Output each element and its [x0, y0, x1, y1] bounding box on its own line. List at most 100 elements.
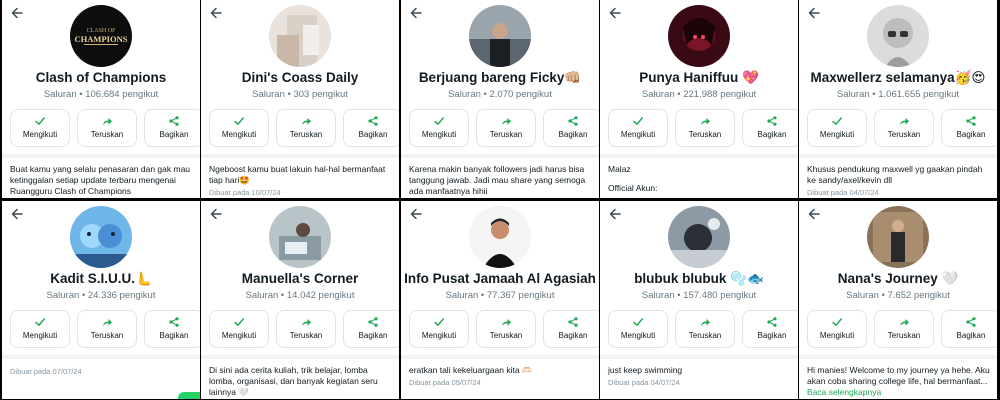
- share-button[interactable]: Bagikan: [941, 310, 997, 348]
- share-icon: [145, 316, 200, 328]
- forward-button[interactable]: Teruskan: [276, 109, 336, 147]
- back-arrow-icon[interactable]: [209, 6, 223, 20]
- fab-edge[interactable]: [178, 392, 200, 399]
- share-icon: [743, 316, 798, 328]
- forward-button[interactable]: Teruskan: [675, 109, 735, 147]
- channel-avatar[interactable]: [867, 206, 929, 268]
- back-arrow-icon[interactable]: [608, 6, 622, 20]
- channel-actions: Mengikuti Teruskan Bagikan: [209, 109, 399, 147]
- share-button[interactable]: Bagikan: [144, 310, 200, 348]
- channel-title: Nana's Journey 🤍: [837, 271, 959, 286]
- forward-button[interactable]: Teruskan: [675, 310, 735, 348]
- share-label: Bagikan: [558, 130, 588, 139]
- forward-button[interactable]: Teruskan: [874, 109, 934, 147]
- channel-title: Punya Haniffuu 💖: [639, 70, 759, 85]
- back-arrow-icon[interactable]: [10, 207, 24, 221]
- channel-description-block: Khusus pendukung maxwell yg gaakan pinda…: [807, 164, 991, 198]
- channel-avatar[interactable]: [668, 206, 730, 268]
- channel-description-block: Hi manies! Welcome to my journey ya hehe…: [807, 365, 991, 398]
- created-date: Dibuat pada 04/07/24: [807, 188, 879, 197]
- channel-description-block: Malaz Official Akun:: [608, 164, 792, 194]
- divider: [799, 154, 997, 158]
- forward-icon: [477, 316, 535, 328]
- share-button[interactable]: Bagikan: [144, 109, 200, 147]
- channel-title: Berjuang bareng Ficky👊🏼: [418, 70, 582, 85]
- share-label: Bagikan: [558, 331, 588, 340]
- created-date: Dibuat pada 07/07/24: [10, 367, 82, 376]
- share-button[interactable]: Bagikan: [343, 109, 399, 147]
- divider: [401, 355, 599, 359]
- channel-actions: Mengikuti Teruskan Bagikan: [10, 109, 200, 147]
- share-icon: [344, 115, 399, 127]
- channel-actions: Mengikuti Teruskan Bagikan: [608, 109, 798, 147]
- created-date: Dibuat pada 05/07/24: [409, 378, 481, 387]
- follow-button[interactable]: Mengikuti: [807, 310, 867, 348]
- forward-label: Teruskan: [289, 130, 323, 139]
- share-icon: [145, 115, 200, 127]
- share-button[interactable]: Bagikan: [742, 310, 798, 348]
- share-label: Bagikan: [358, 130, 388, 139]
- follow-button[interactable]: Mengikuti: [807, 109, 867, 147]
- follow-button[interactable]: Mengikuti: [209, 310, 269, 348]
- channel-avatar[interactable]: CLASH OF CHAMPIONS: [70, 5, 132, 67]
- share-icon: [942, 316, 997, 328]
- channel-actions: Mengikuti Teruskan Bagikan: [209, 310, 399, 348]
- back-arrow-icon[interactable]: [807, 207, 821, 221]
- channel-follower-count: Saluran • 106.684 pengikut: [43, 89, 159, 100]
- divider: [2, 154, 200, 158]
- channel-description-block: Buat kamu yang selalu penasaran dan gak …: [10, 164, 194, 197]
- share-icon: [942, 115, 997, 127]
- forward-button[interactable]: Teruskan: [874, 310, 934, 348]
- channel-avatar[interactable]: [70, 206, 132, 268]
- channel-avatar[interactable]: [867, 5, 929, 67]
- channel-avatar[interactable]: [469, 5, 531, 67]
- follow-button[interactable]: Mengikuti: [409, 310, 469, 348]
- follow-button[interactable]: Mengikuti: [409, 109, 469, 147]
- channel-panel: Dini's Coass Daily Saluran • 303 pengiku…: [201, 0, 399, 198]
- channel-description: just keep swimming: [608, 365, 683, 375]
- channel-avatar[interactable]: [269, 206, 331, 268]
- follow-label: Mengikuti: [819, 130, 855, 139]
- channel-description-block: Di sini ada cerita kuliah, trik belajar,…: [209, 365, 393, 398]
- back-arrow-icon[interactable]: [10, 6, 24, 20]
- channel-panel: Maxwellerz selamanya🥳😍 Saluran • 1.061.6…: [799, 0, 997, 198]
- channel-avatar[interactable]: [469, 206, 531, 268]
- back-arrow-icon[interactable]: [209, 207, 223, 221]
- share-button[interactable]: Bagikan: [343, 310, 399, 348]
- share-label: Bagikan: [358, 331, 388, 340]
- follow-button[interactable]: Mengikuti: [209, 109, 269, 147]
- check-icon: [609, 316, 667, 328]
- check-icon: [210, 115, 268, 127]
- forward-button[interactable]: Teruskan: [77, 109, 137, 147]
- channel-follower-count: Saluran • 7.652 pengikut: [846, 290, 950, 301]
- back-arrow-icon[interactable]: [608, 207, 622, 221]
- channel-avatar[interactable]: [668, 5, 730, 67]
- share-button[interactable]: Bagikan: [941, 109, 997, 147]
- follow-button[interactable]: Mengikuti: [608, 109, 668, 147]
- share-button[interactable]: Bagikan: [543, 109, 599, 147]
- share-button[interactable]: Bagikan: [742, 109, 798, 147]
- back-arrow-icon[interactable]: [409, 207, 423, 221]
- follow-label: Mengikuti: [22, 331, 58, 340]
- follow-button[interactable]: Mengikuti: [10, 109, 70, 147]
- share-label: Bagikan: [159, 130, 189, 139]
- channel-avatar[interactable]: [269, 5, 331, 67]
- divider: [201, 154, 399, 158]
- follow-button[interactable]: Mengikuti: [608, 310, 668, 348]
- forward-button[interactable]: Teruskan: [77, 310, 137, 348]
- follow-label: Mengikuti: [421, 130, 457, 139]
- back-arrow-icon[interactable]: [807, 6, 821, 20]
- share-icon: [544, 316, 599, 328]
- forward-icon: [676, 316, 734, 328]
- forward-button[interactable]: Teruskan: [276, 310, 336, 348]
- share-button[interactable]: Bagikan: [543, 310, 599, 348]
- check-icon: [808, 316, 866, 328]
- forward-button[interactable]: Teruskan: [476, 109, 536, 147]
- forward-button[interactable]: Teruskan: [476, 310, 536, 348]
- channel-follower-count: Saluran • 221.988 pengikut: [641, 89, 757, 100]
- follow-button[interactable]: Mengikuti: [10, 310, 70, 348]
- check-icon: [808, 115, 866, 127]
- channel-title: Dini's Coass Daily: [241, 70, 359, 85]
- back-arrow-icon[interactable]: [409, 6, 423, 20]
- read-more-link[interactable]: Baca selengkapnya: [807, 387, 991, 398]
